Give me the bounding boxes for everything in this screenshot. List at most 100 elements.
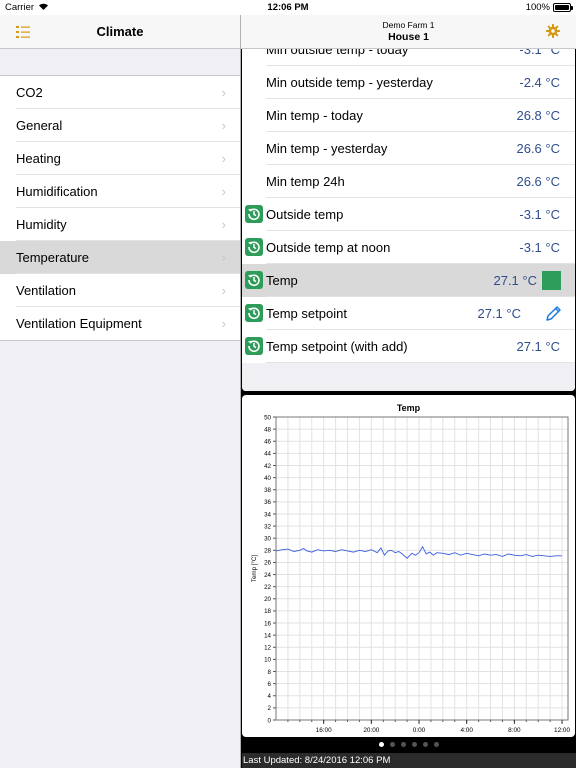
reading-label: Min temp 24h	[266, 174, 345, 189]
category-item[interactable]: Humidification ›	[0, 175, 240, 208]
page-indicator[interactable]	[242, 739, 575, 751]
category-label: Humidification	[16, 184, 98, 199]
reading-row[interactable]: Temp 27.1 °C	[242, 264, 575, 297]
last-updated-label: Last Updated: 8/24/2016 12:06 PM	[243, 755, 391, 766]
reading-value: -3.1 °C	[519, 207, 560, 222]
reading-row[interactable]: Temp setpoint 27.1 °C	[242, 297, 575, 330]
reading-value: -3.1 °C	[519, 49, 560, 57]
y-tick-label: 6	[268, 681, 272, 688]
category-item[interactable]: Temperature ›	[0, 241, 240, 274]
house-name[interactable]: House 1	[241, 31, 576, 43]
chevron-right-icon: ›	[221, 283, 226, 298]
status-bar: Carrier 12:06 PM 100%	[0, 0, 576, 15]
reading-row[interactable]: Outside temp -3.1 °C	[242, 198, 575, 231]
y-tick-label: 34	[264, 511, 271, 518]
reading-value: 26.8 °C	[516, 108, 560, 123]
reading-row[interactable]: Min outside temp - yesterday -2.4 °C	[242, 66, 575, 99]
reading-row[interactable]: Min outside temp - today -3.1 °C	[242, 49, 575, 66]
reading-label: Min outside temp - today	[266, 49, 409, 57]
series-color-swatch[interactable]	[542, 271, 561, 290]
reading-value: -3.1 °C	[519, 240, 560, 255]
plot-frame	[275, 416, 569, 721]
list-footer-space	[242, 363, 575, 391]
reading-value: 27.1 °C	[516, 339, 560, 354]
app-root: Carrier 12:06 PM 100% Climate CO2 › Genera…	[0, 0, 576, 768]
battery-fill	[555, 5, 569, 10]
gear-icon[interactable]	[546, 24, 560, 38]
category-pane: Climate CO2 › General › Heating › Humidificati…	[0, 15, 240, 768]
page-dot[interactable]	[422, 742, 428, 747]
reading-label: Temp setpoint (with add)	[266, 339, 408, 354]
category-label: Temperature	[16, 250, 89, 265]
y-tick-label: 46	[264, 439, 271, 446]
left-nav-bar: Climate	[0, 15, 240, 49]
category-label: Humidity	[16, 217, 67, 232]
reading-value: 27.1 °C	[493, 273, 537, 288]
y-tick-label: 24	[264, 572, 271, 579]
reading-label: Min outside temp - yesterday	[266, 75, 433, 90]
reading-row[interactable]: Temp setpoint (with add) 27.1 °C	[242, 330, 575, 363]
history-icon[interactable]	[245, 205, 263, 223]
left-nav-title: Climate	[96, 24, 144, 39]
category-item[interactable]: Heating ›	[0, 142, 240, 175]
reading-row[interactable]: Min temp - today 26.8 °C	[242, 99, 575, 132]
history-icon[interactable]	[245, 304, 263, 322]
x-tick-label: 8:00	[508, 727, 521, 734]
page-dot[interactable]	[389, 742, 395, 747]
battery-icon	[553, 3, 573, 12]
readings-list: Min outside temp - today -3.1 °C Min outsi…	[242, 49, 575, 391]
category-item[interactable]: Humidity ›	[0, 208, 240, 241]
y-tick-label: 0	[268, 717, 272, 724]
category-label: Heating	[16, 151, 61, 166]
category-item[interactable]: CO2 ›	[0, 76, 240, 109]
farm-name: Demo Farm 1	[382, 20, 435, 30]
x-tick-label: 20:00	[363, 727, 379, 734]
x-tick-label: 4:00	[460, 727, 473, 734]
category-label: CO2	[16, 85, 43, 100]
chevron-right-icon: ›	[221, 217, 226, 232]
y-tick-label: 30	[264, 536, 271, 543]
y-tick-label: 32	[264, 523, 271, 530]
y-tick-label: 16	[264, 620, 271, 627]
reading-row[interactable]: Min temp - yesterday 26.6 °C	[242, 132, 575, 165]
history-icon[interactable]	[245, 238, 263, 256]
y-tick-label: 8	[268, 669, 272, 676]
page-dot[interactable]	[378, 742, 384, 747]
readings-panel[interactable]: Min outside temp - today -3.1 °C Min outsi…	[242, 49, 575, 391]
category-label: Ventilation	[16, 283, 76, 298]
y-axis-label: Temp [°C]	[251, 555, 258, 583]
y-tick-label: 14	[264, 632, 271, 639]
pencil-edit-icon[interactable]	[543, 304, 563, 324]
chevron-right-icon: ›	[221, 184, 226, 199]
page-dot[interactable]	[411, 742, 417, 747]
battery-percent: 100%	[525, 2, 550, 13]
reading-row[interactable]: Outside temp at noon -3.1 °C	[242, 231, 575, 264]
y-tick-label: 42	[264, 463, 271, 470]
y-tick-label: 22	[264, 584, 271, 591]
split-divider	[240, 15, 241, 768]
category-list: CO2 › General › Heating › Humidification › Humid…	[0, 75, 240, 341]
reading-value: 27.1 °C	[477, 306, 521, 321]
reading-value: 26.6 °C	[516, 174, 560, 189]
category-item[interactable]: Ventilation ›	[0, 274, 240, 307]
reading-label: Outside temp	[266, 207, 344, 222]
category-item[interactable]: General ›	[0, 109, 240, 142]
y-tick-label: 44	[264, 451, 271, 458]
chevron-right-icon: ›	[221, 316, 226, 331]
reading-row[interactable]: Min temp 24h 26.6 °C	[242, 165, 575, 198]
clock: 12:06 PM	[267, 2, 309, 13]
footer-bar: Last Updated: 8/24/2016 12:06 PM	[242, 753, 576, 768]
history-icon[interactable]	[245, 271, 263, 289]
chevron-right-icon: ›	[221, 250, 226, 265]
page-dot[interactable]	[400, 742, 406, 747]
y-tick-label: 40	[264, 475, 271, 482]
history-icon[interactable]	[245, 337, 263, 355]
category-item[interactable]: Ventilation Equipment ›	[0, 307, 240, 340]
reading-value: -2.4 °C	[519, 75, 560, 90]
x-tick-label: 12:00	[554, 727, 570, 734]
chart-panel[interactable]: Temp 0 2 4 6 8 10 12 14 16 18 20 22 24 26 28 30 32 34 36 38…	[242, 395, 575, 737]
y-tick-label: 50	[264, 414, 271, 421]
y-tick-label: 12	[264, 645, 271, 652]
page-dot[interactable]	[433, 742, 439, 747]
y-tick-label: 26	[264, 560, 271, 567]
